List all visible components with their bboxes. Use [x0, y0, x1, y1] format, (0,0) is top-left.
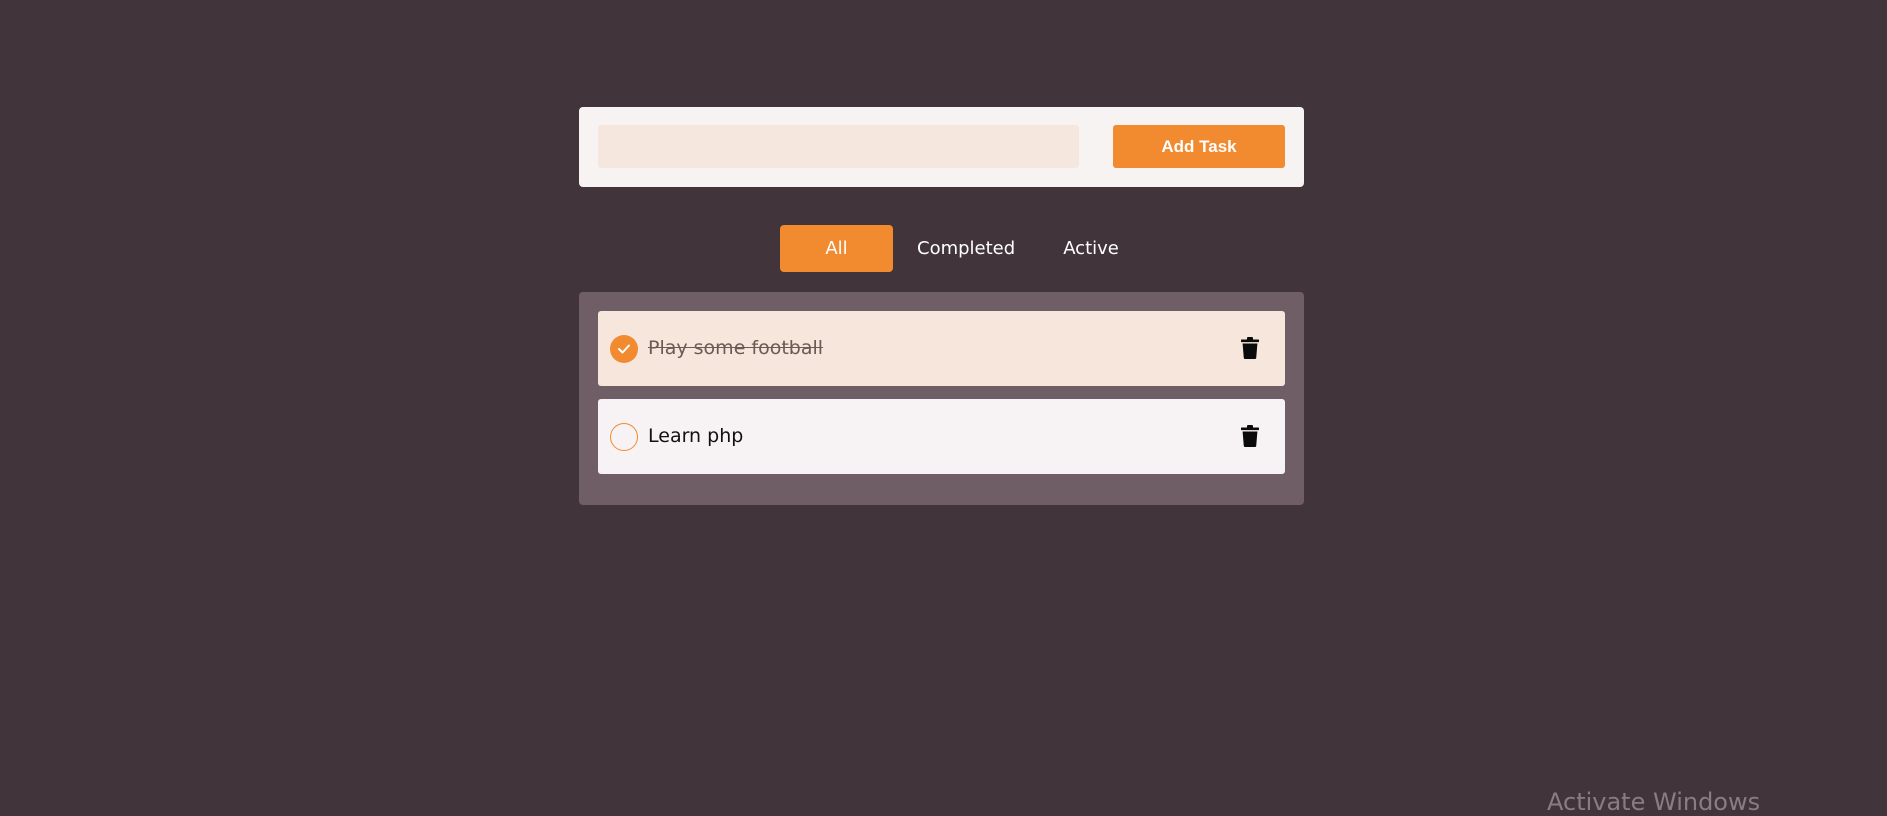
tab-completed[interactable]: Completed [893, 225, 1039, 272]
task-input[interactable] [598, 125, 1079, 168]
tab-active[interactable]: Active [1039, 225, 1143, 272]
add-task-card: Add Task [579, 107, 1304, 187]
trash-icon[interactable] [1241, 337, 1259, 359]
add-task-button[interactable]: Add Task [1113, 125, 1285, 168]
task-label: Learn php [648, 425, 744, 447]
task-label: Play some football [648, 337, 824, 359]
unchecked-circle-icon[interactable] [610, 423, 638, 451]
task-item: Play some football [598, 311, 1285, 386]
activate-windows-watermark: Activate Windows [1547, 788, 1761, 816]
task-list: Play some football Learn php [579, 292, 1304, 505]
checked-circle-icon[interactable] [610, 335, 638, 363]
filter-tabs: All Completed Active [780, 225, 1143, 272]
tab-all[interactable]: All [780, 225, 893, 272]
task-item: Learn php [598, 399, 1285, 474]
trash-icon[interactable] [1241, 425, 1259, 447]
